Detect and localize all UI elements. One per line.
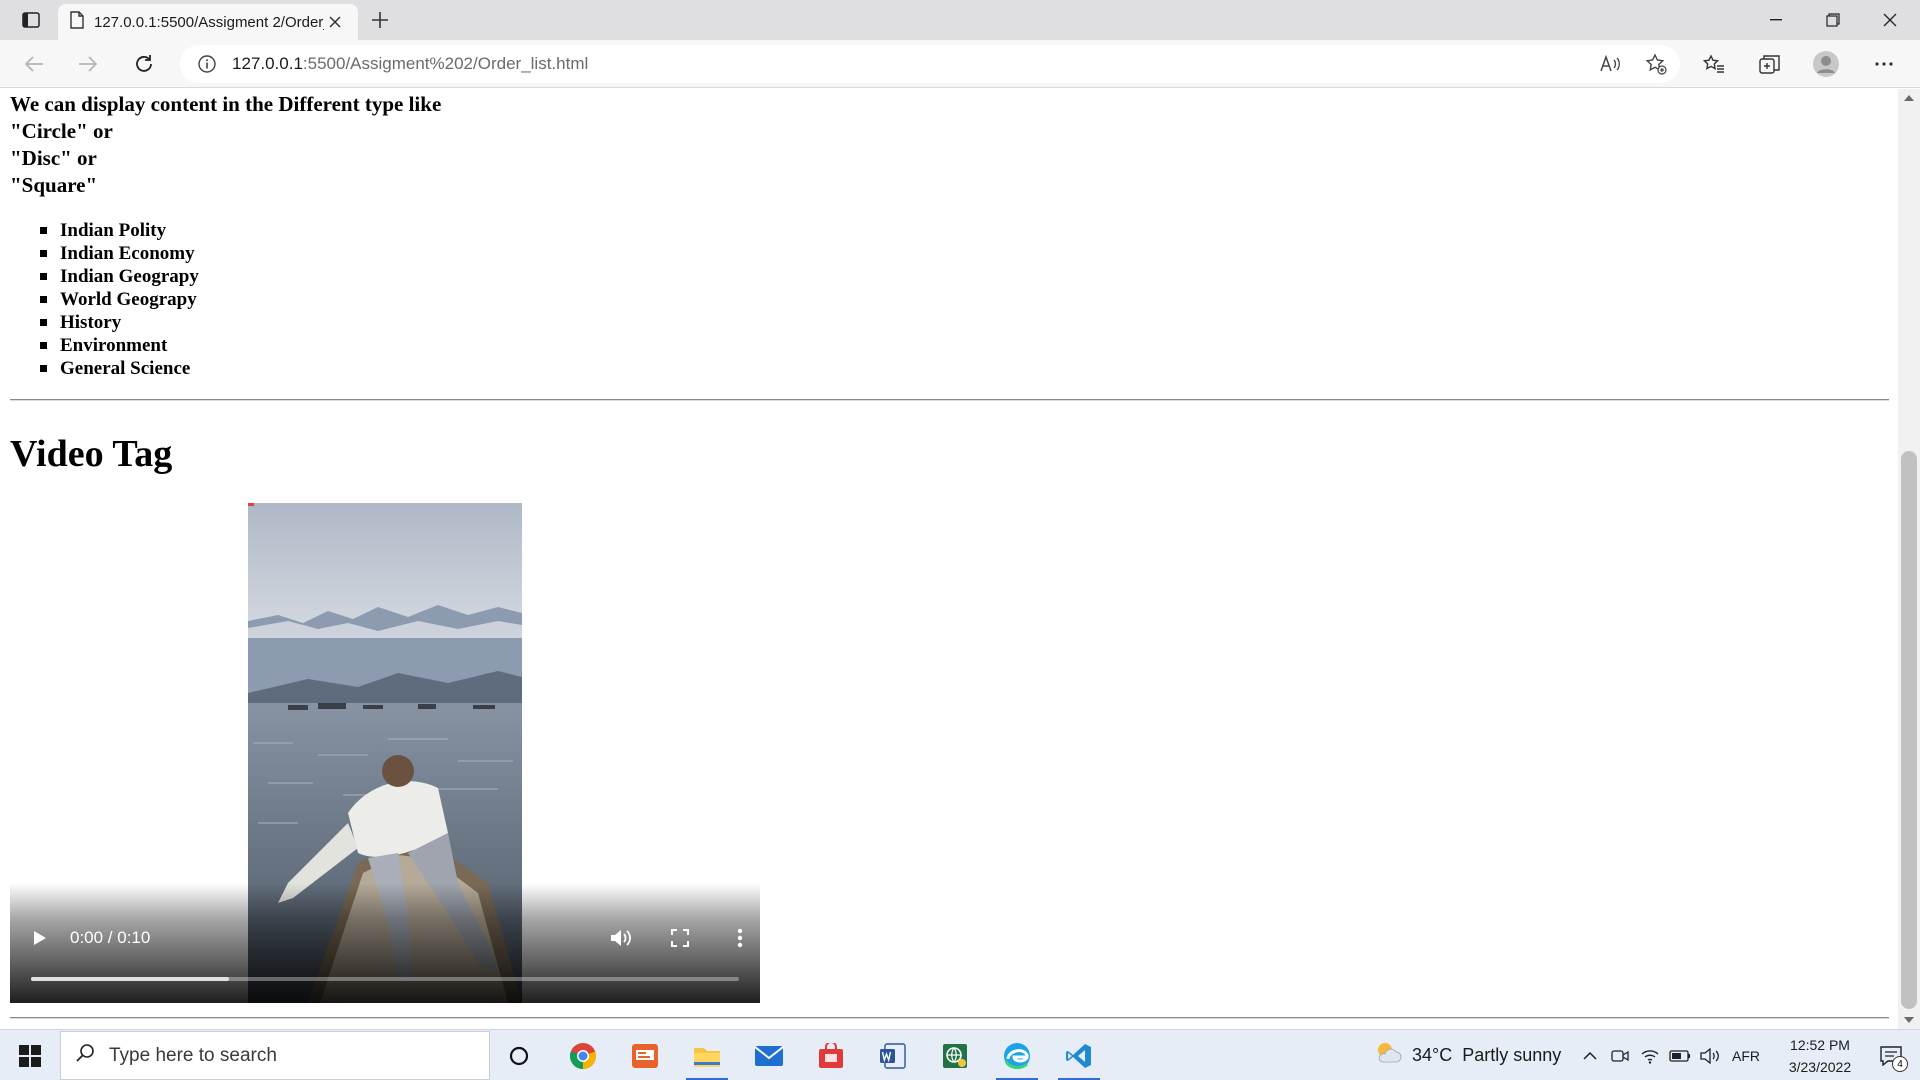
weather-description: Partly sunny [1462,1045,1562,1065]
input-language[interactable]: AFR [1732,1030,1760,1080]
intro-line: We can display content in the Different … [10,92,442,116]
excel-globe-icon[interactable] [928,1030,982,1080]
wifi-icon[interactable] [1636,1030,1664,1080]
windows-start-icon[interactable] [0,1030,60,1080]
topics-list: Indian Polity Indian Economy Indian Geog… [40,219,1890,380]
list-item: History [40,311,1890,334]
scroll-down-icon[interactable] [1898,1011,1920,1029]
search-icon [75,1043,95,1069]
presentation-app-icon[interactable] [618,1030,672,1080]
speaker-icon[interactable] [1696,1030,1724,1080]
taskbar-search-box[interactable]: Type here to search [60,1031,490,1080]
clock-date: 3/23/2022 [1788,1059,1852,1075]
store-icon[interactable] [804,1030,858,1080]
minimize-icon[interactable] [1748,0,1804,40]
word-icon[interactable] [866,1030,920,1080]
list-item: Indian Polity [40,219,1890,242]
clock-time: 12:52 PM [1790,1037,1850,1053]
tab-title: 127.0.0.1:5500/Assigment 2/Order_list.ht… [94,13,324,31]
video-player[interactable]: 0:00 / 0:10 [10,503,760,1003]
file-explorer-icon[interactable] [680,1030,734,1080]
chrome-icon[interactable] [556,1030,610,1080]
back-icon[interactable] [16,48,52,80]
notification-count-badge: 4 [1892,1056,1908,1072]
close-window-icon[interactable] [1862,0,1918,40]
page-scrollbar[interactable] [1898,89,1920,1029]
scroll-thumb[interactable] [1901,451,1917,1009]
play-icon[interactable] [28,926,52,950]
fullscreen-icon[interactable] [666,924,694,952]
notifications-icon[interactable]: 4 [1866,1030,1916,1080]
read-aloud-icon[interactable] [1592,48,1628,80]
video-more-icon[interactable] [726,924,754,952]
divider [10,399,1889,401]
vscode-icon[interactable] [1052,1030,1106,1080]
video-controls: 0:00 / 0:10 [10,883,760,1003]
video-buffered-fill [31,977,230,981]
volume-icon[interactable] [607,924,635,952]
refresh-icon[interactable] [126,48,162,80]
site-info-icon[interactable] [196,53,218,75]
windows-taskbar: Type here to search 34°C Partly sunny AF… [0,1029,1920,1080]
profile-avatar[interactable] [1808,48,1844,80]
close-tab-icon[interactable] [324,11,346,33]
video-heading: Video Tag [10,433,173,475]
page-viewport: We can display content in the Different … [0,89,1898,1029]
browser-toolbar: 127.0.0.1:5500/Assigment%202/Order_list.… [0,40,1920,88]
video-timecode: 0:00 / 0:10 [70,928,151,947]
favorites-icon[interactable] [1696,48,1732,80]
new-tab-button[interactable] [366,6,394,34]
intro-line: "Disc" or [10,146,97,170]
list-item: Indian Economy [40,242,1890,265]
list-item: General Science [40,357,1890,380]
meet-now-icon[interactable] [1606,1030,1634,1080]
weather-widget[interactable]: 34°C Partly sunny [1374,1030,1561,1080]
page-icon [70,11,84,33]
collections-icon[interactable] [1752,48,1788,80]
scroll-up-icon[interactable] [1898,89,1920,107]
page-content: We can display content in the Different … [10,89,1890,1019]
add-favorite-icon[interactable] [1638,48,1674,80]
list-item: World Geograpy [40,288,1890,311]
forward-icon[interactable] [70,48,106,80]
tab-actions-icon[interactable] [14,8,48,32]
partly-sunny-icon [1374,1041,1402,1070]
search-placeholder: Type here to search [109,1044,277,1066]
address-bar[interactable]: 127.0.0.1:5500/Assigment%202/Order_list.… [180,45,1680,83]
intro-line: "Circle" or [10,119,113,143]
list-item: Indian Geograpy [40,265,1890,288]
battery-icon[interactable] [1666,1030,1694,1080]
intro-line: "Square" [10,173,98,197]
browser-tab-strip: 127.0.0.1:5500/Assigment 2/Order_list.ht… [0,0,1920,40]
video-progress-bar[interactable] [31,977,739,981]
chevron-up-icon[interactable] [1576,1030,1604,1080]
edge-icon[interactable] [990,1030,1044,1080]
url-host: 127.0.0.1 [232,54,303,73]
divider [10,1017,1889,1019]
intro-text: We can display content in the Different … [10,91,1890,199]
cortana-icon[interactable] [492,1030,546,1080]
browser-tab[interactable]: 127.0.0.1:5500/Assigment 2/Order_list.ht… [58,4,358,40]
system-clock[interactable]: 12:52 PM 3/23/2022 [1770,1034,1870,1078]
list-item: Environment [40,334,1890,357]
url-path: :5500/Assigment%202/Order_list.html [302,54,589,73]
restore-icon[interactable] [1805,0,1861,40]
weather-temperature: 34°C [1412,1045,1453,1065]
more-options-icon[interactable] [1866,48,1902,80]
mail-icon[interactable] [742,1030,796,1080]
